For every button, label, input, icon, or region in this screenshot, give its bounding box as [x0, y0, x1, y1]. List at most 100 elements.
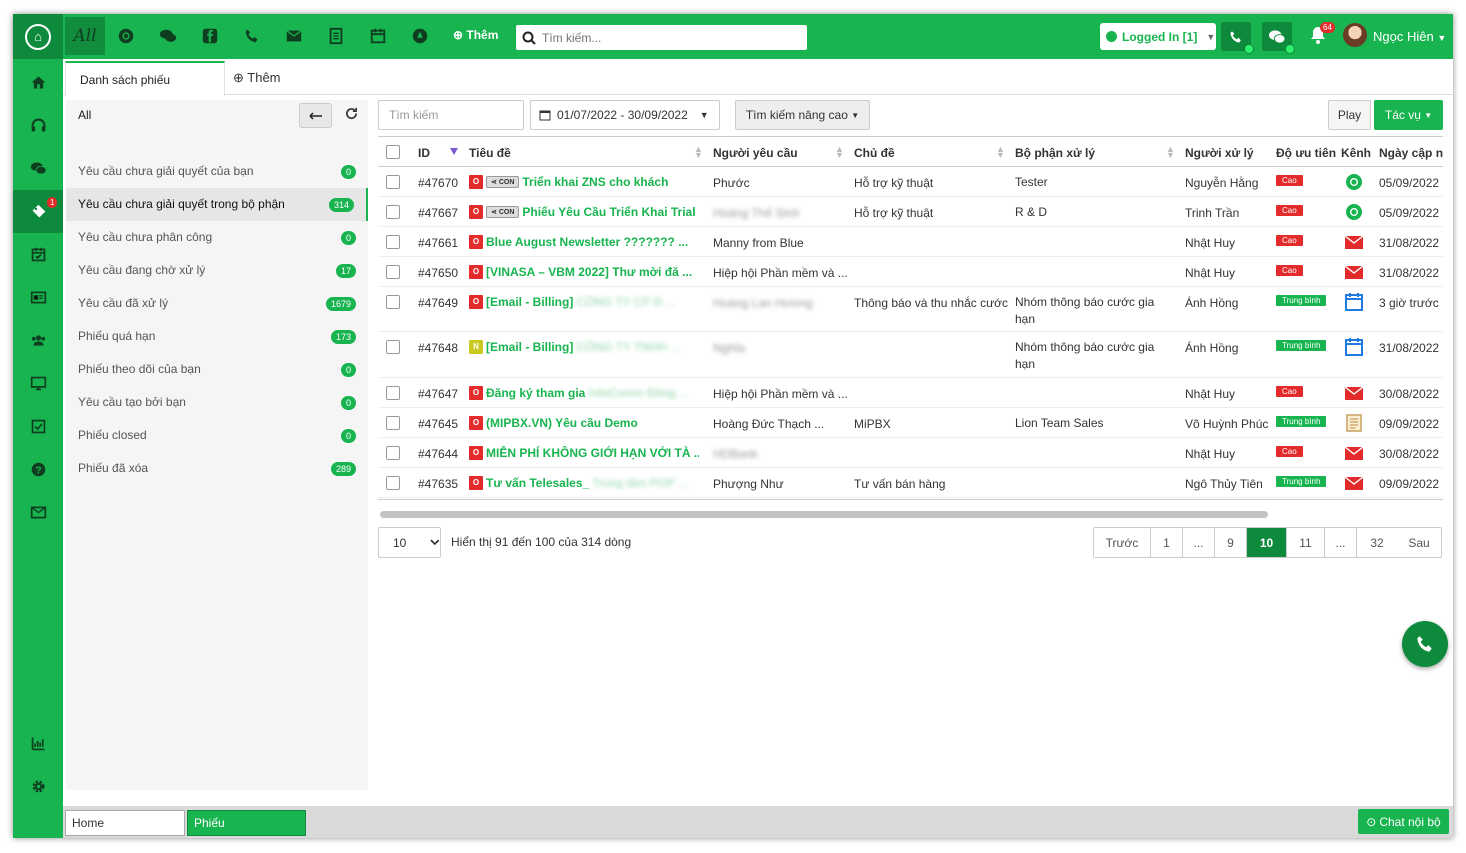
sidebar-monitor-icon[interactable] — [13, 362, 63, 405]
collapse-button[interactable] — [299, 103, 332, 128]
form-icon[interactable] — [321, 22, 351, 50]
sidebar-ticket-icon[interactable]: 1 — [13, 190, 63, 233]
row-checkbox[interactable] — [386, 295, 400, 309]
prev-page-button[interactable]: Trước — [1094, 528, 1151, 557]
page-button[interactable]: ... — [1325, 528, 1357, 557]
row-checkbox[interactable] — [386, 265, 400, 279]
page-size-select[interactable]: 10 — [378, 527, 441, 558]
ticket-title[interactable]: O Tư vấn Telesales_ Trung tâm POP ... — [469, 475, 699, 490]
actions-dropdown[interactable]: Tác vụ ▼ — [1374, 100, 1443, 130]
row-checkbox[interactable] — [386, 386, 400, 400]
sidebar-help-icon[interactable]: ? — [13, 448, 63, 491]
softphone-button[interactable] — [1221, 22, 1254, 54]
table-row[interactable]: #47648 N [Email - Billing] CÔNG TY TNHH ...… — [378, 332, 1443, 378]
row-checkbox[interactable] — [386, 205, 400, 219]
filter-item[interactable]: Phiếu theo dõi của bạn 0 — [66, 353, 368, 386]
chrome-icon[interactable] — [111, 22, 141, 50]
add-channel-button[interactable]: ⊕ Thêm — [453, 28, 498, 42]
row-checkbox[interactable] — [386, 235, 400, 249]
refresh-icon[interactable] — [345, 107, 358, 123]
tab-add[interactable]: ⊕ Thêm — [233, 70, 281, 86]
filter-item[interactable]: Yêu cầu chưa giải quyết của bạn 0 — [66, 155, 368, 188]
facebook-icon[interactable] — [195, 22, 225, 50]
calendar-icon[interactable] — [363, 22, 393, 50]
table-row[interactable]: #47667 O ⋖ CON Phiếu Yêu Cầu Triển Khai Tri… — [378, 197, 1443, 227]
row-checkbox[interactable] — [386, 340, 400, 354]
page-button[interactable]: 11 — [1287, 528, 1325, 557]
taskbar-phieu[interactable]: Phiếu — [187, 810, 306, 836]
col-updated[interactable]: Ngày cập nh — [1379, 146, 1443, 160]
horizontal-scrollbar[interactable] — [380, 511, 1268, 518]
col-priority[interactable]: Độ ưu tiên — [1276, 146, 1336, 160]
ticket-title[interactable]: O [VINASA – VBM 2022] Thư mời đă ... — [469, 264, 699, 279]
ticket-title[interactable]: O Blue August Newsletter ??????? ... — [469, 234, 699, 249]
sidebar-settings-icon[interactable] — [13, 765, 63, 808]
sidebar-users-icon[interactable] — [13, 319, 63, 362]
table-row[interactable]: #47635 O Tư vấn Telesales_ Trung tâm POP ..… — [378, 468, 1443, 498]
table-row[interactable]: #47670 O ⋖ CON Triển khai ZNS cho khách Phướ… — [378, 167, 1443, 197]
ticket-title[interactable]: N [Email - Billing] CÔNG TY TNHH ... — [469, 339, 699, 354]
ticket-title[interactable]: O [Email - Billing] CÔNG TY CP Đ ... — [469, 294, 699, 309]
filter-item[interactable]: Yêu cầu chưa giải quyết trong bộ phận 314 — [66, 188, 368, 221]
call-fab-button[interactable] — [1402, 621, 1448, 667]
row-checkbox[interactable] — [386, 175, 400, 189]
filter-item[interactable]: Phiếu quá hạn 173 — [66, 320, 368, 353]
select-all-checkbox[interactable] — [386, 145, 400, 159]
notification-button[interactable]: 64 — [1310, 22, 1335, 47]
col-requester[interactable]: Người yêu cầu — [713, 146, 798, 160]
search-input[interactable] — [542, 30, 782, 45]
avatar[interactable] — [1343, 23, 1367, 47]
next-page-button[interactable]: Sau — [1397, 528, 1441, 557]
tab-ticket-list[interactable]: Danh sách phiếu — [65, 61, 225, 96]
ticket-title[interactable]: O ⋖ CON Triển khai ZNS cho khách — [469, 174, 699, 189]
sidebar-chat-icon[interactable] — [13, 147, 63, 190]
ticket-title[interactable]: O Đăng ký tham gia InfoComm Đông ... — [469, 385, 699, 400]
global-search[interactable] — [516, 25, 807, 50]
sidebar-news-icon[interactable] — [13, 276, 63, 319]
ticket-title[interactable]: O MIỄN PHÍ KHÔNG GIỚI HẠN VỚI TÀ ... — [469, 445, 699, 460]
sidebar-report-icon[interactable] — [13, 722, 63, 765]
chat-icon[interactable] — [153, 22, 183, 50]
internal-chat-button[interactable]: ⊙ Chat nội bộ — [1358, 809, 1449, 834]
page-button[interactable]: 10 — [1247, 528, 1287, 557]
table-row[interactable]: #47650 O [VINASA – VBM 2022] Thư mời đă ..… — [378, 257, 1443, 287]
filter-item[interactable]: Phiếu đã xóa 289 — [66, 452, 368, 485]
table-row[interactable]: #47649 O [Email - Billing] CÔNG TY CP Đ ...… — [378, 287, 1443, 332]
wechat-button[interactable] — [1262, 22, 1295, 54]
col-channel[interactable]: Kênh — [1341, 146, 1371, 160]
filter-item[interactable]: Yêu cầu chưa phân công 0 — [66, 221, 368, 254]
table-row[interactable]: #47661 O Blue August Newsletter ??????? ..… — [378, 227, 1443, 257]
ticket-search-input[interactable]: Tìm kiếm — [378, 100, 524, 130]
ticket-title[interactable]: O ⋖ CON Phiếu Yêu Cầu Triển Khai Trial ... — [469, 204, 699, 219]
filter-item[interactable]: Yêu cầu đã xử lý 1679 — [66, 287, 368, 320]
phone-call-icon[interactable] — [237, 22, 267, 50]
page-button[interactable]: 32 — [1357, 528, 1397, 557]
col-dept[interactable]: Bộ phận xử lý — [1015, 146, 1095, 160]
sidebar-mail-icon[interactable] — [13, 491, 63, 534]
table-row[interactable]: #47647 O Đăng ký tham gia InfoComm Đông ...… — [378, 378, 1443, 408]
filter-item[interactable]: Phiếu closed 0 — [66, 419, 368, 452]
col-id[interactable]: ID — [418, 146, 430, 160]
play-button[interactable]: Play — [1328, 100, 1371, 130]
advanced-search-button[interactable]: Tìm kiếm nâng cao ▼ — [735, 100, 870, 130]
row-checkbox[interactable] — [386, 446, 400, 460]
row-checkbox[interactable] — [386, 476, 400, 490]
date-range-picker[interactable]: 01/07/2022 - 30/09/2022 ▼ — [530, 100, 720, 130]
col-handler[interactable]: Người xử lý — [1185, 146, 1254, 160]
user-menu[interactable]: Ngọc Hiên ▼ — [1373, 29, 1446, 44]
page-button[interactable]: 1 — [1151, 528, 1183, 557]
col-title[interactable]: Tiêu đề — [469, 146, 511, 160]
table-row[interactable]: #47645 O (MIPBX.VN) Yêu cầu Demo Hoàng Đức … — [378, 408, 1443, 438]
table-row[interactable]: #47644 O MIỄN PHÍ KHÔNG GIỚI HẠN VỚI TÀ ..… — [378, 438, 1443, 468]
col-topic[interactable]: Chủ đề — [854, 146, 895, 160]
app-logo[interactable]: ⌂ — [13, 14, 63, 59]
navigate-icon[interactable] — [405, 22, 435, 50]
sidebar-headset-icon[interactable] — [13, 104, 63, 147]
sidebar-task-icon[interactable] — [13, 405, 63, 448]
page-button[interactable]: 9 — [1215, 528, 1247, 557]
page-button[interactable]: ... — [1183, 528, 1215, 557]
sidebar-home-icon[interactable] — [13, 61, 63, 104]
ticket-title[interactable]: O (MIPBX.VN) Yêu cầu Demo — [469, 415, 699, 430]
taskbar-home[interactable]: Home — [65, 810, 185, 836]
filter-item[interactable]: Yêu cầu tạo bởi bạn 0 — [66, 386, 368, 419]
